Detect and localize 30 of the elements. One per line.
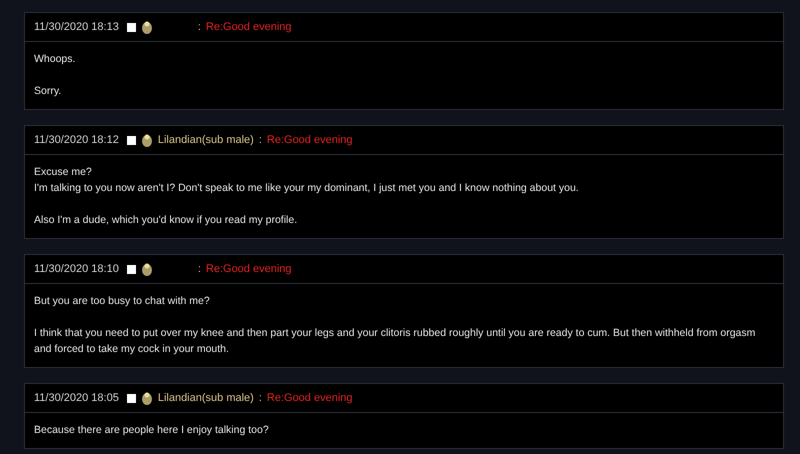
message-text: But you are too busy to chat with me? [34,294,211,309]
post-timestamp: 11/30/2020 18:12 [34,134,119,146]
message-text: Sorry. [34,84,62,99]
post-subject[interactable]: Re:Good evening [266,134,353,146]
avatar-icon [140,20,153,34]
separator: : [258,134,262,146]
message-text: Also I'm a dude, which you'd know if you read my profile. [34,213,298,228]
checkbox[interactable] [126,136,136,144]
author-name[interactable]: Lilandian(sub male) [158,392,254,404]
post-subject[interactable]: Re:Good evening [206,21,292,33]
checkbox[interactable] [126,264,136,274]
checkbox[interactable] [126,394,136,402]
post-subject[interactable]: Re:Good evening [206,263,292,275]
post-subject[interactable]: Re:Good evening [266,392,353,404]
post-timestamp: 11/30/2020 18:05 [34,392,119,404]
avatar-icon [140,133,153,147]
message-text: I'm talking to you now aren't I? Don't speak to me like your my dominant, I just met you and I know nothing about you. [34,181,580,196]
message-text: Whoops. [34,52,76,67]
separator: : [198,263,201,275]
author-name[interactable]: Lilandian(sub male) [158,134,254,146]
message-text: Excuse me? [34,165,93,180]
separator: : [258,392,262,404]
message-text: I think that you need to put over my knee and then part your legs and your clitoris rubbed roughly until you are ready to cum. But then withheld from orgasm and forced to take my cock in your mouth. [34,326,756,357]
separator: : [198,21,201,33]
checkbox[interactable] [126,22,136,32]
post-timestamp: 11/30/2020 18:13 [34,21,119,33]
post-timestamp: 11/30/2020 18:10 [34,263,119,275]
avatar-icon [140,262,153,276]
message-text: Because there are people here I enjoy talking too? [34,423,270,438]
avatar-icon [140,391,153,405]
